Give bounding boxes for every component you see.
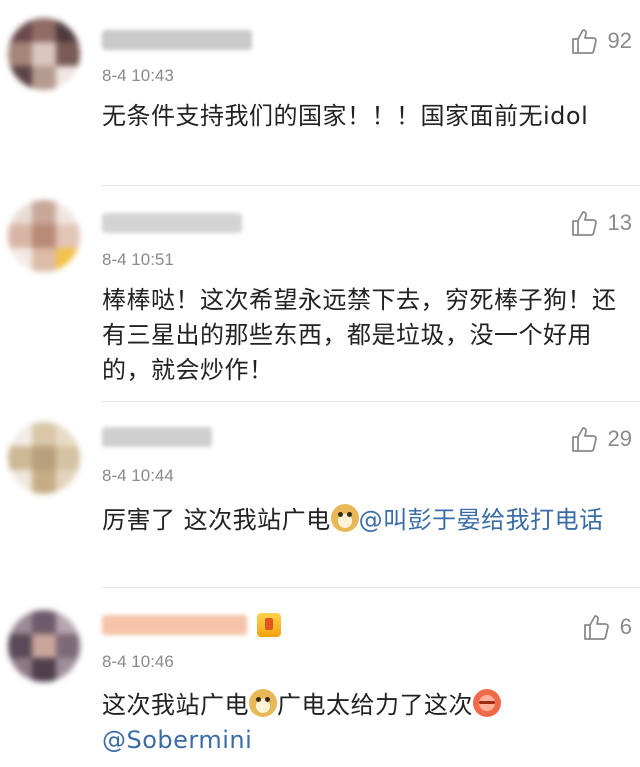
mention-link[interactable]: @叫彭于晏给我打电话 (359, 506, 604, 534)
comment-text: 无条件支持我们的国家！！！国家面前无idol (102, 102, 589, 130)
comment-text-segment: 广电太给力了这次 (277, 691, 473, 719)
comment-feed: 92 8-4 10:43 无条件支持我们的国家！！！国家面前无idol 13 8… (0, 0, 640, 767)
timestamp: 8-4 10:44 (102, 466, 174, 485)
comment-item: 29 8-4 10:44 厉害了 这次我站广电 @叫彭于晏给我打电话 (0, 402, 640, 588)
avatar[interactable] (8, 200, 80, 272)
comment-text-segment: 厉害了 这次我站广电 (102, 506, 331, 534)
username[interactable] (102, 424, 212, 450)
doge-emoji-icon (249, 689, 277, 717)
thumbs-up-icon (571, 29, 597, 54)
like-button[interactable]: 6 (582, 612, 632, 642)
comment-item: 6 8-4 10:46 这次我站广电 广电太给力了这次 @Sobermini (0, 588, 640, 767)
timestamp: 8-4 10:43 (102, 66, 174, 85)
comment-item: 92 8-4 10:43 无条件支持我们的国家！！！国家面前无idol (0, 0, 640, 186)
mention-link[interactable]: @Sobermini (102, 726, 252, 754)
username[interactable] (102, 27, 252, 53)
username[interactable] (102, 210, 242, 236)
thumbs-up-icon (571, 211, 597, 236)
thumbs-up-icon (583, 615, 609, 640)
vip-badge-icon (257, 613, 281, 637)
avatar[interactable] (8, 422, 80, 494)
like-count: 29 (607, 426, 632, 451)
comment-item: 13 8-4 10:51 棒棒哒！这次希望永远禁下去，穷死棒子狗！还有三星出的那… (0, 186, 640, 402)
doge-emoji-icon (330, 504, 359, 532)
timestamp: 8-4 10:46 (102, 652, 174, 671)
comment-text: 这次我站广电 广电太给力了这次 @Sobermini (102, 688, 630, 758)
like-button[interactable]: 92 (570, 26, 632, 56)
comment-text: 厉害了 这次我站广电 @叫彭于晏给我打电话 (102, 503, 630, 538)
timestamp: 8-4 10:51 (102, 250, 174, 269)
like-count: 13 (607, 210, 632, 235)
avatar[interactable] (8, 610, 80, 682)
like-button[interactable]: 13 (570, 208, 632, 238)
comment-text-segment: 这次我站广电 (102, 691, 249, 719)
like-button[interactable]: 29 (570, 424, 632, 454)
username[interactable] (102, 612, 281, 638)
comment-text: 棒棒哒！这次希望永远禁下去，穷死棒子狗！还有三星出的那些东西，都是垃圾，没一个好… (102, 286, 617, 384)
thumbs-up-icon (571, 427, 597, 452)
like-count: 92 (607, 28, 632, 53)
cry-emoji-icon (473, 689, 501, 717)
avatar[interactable] (8, 18, 80, 90)
like-count: 6 (619, 614, 632, 639)
